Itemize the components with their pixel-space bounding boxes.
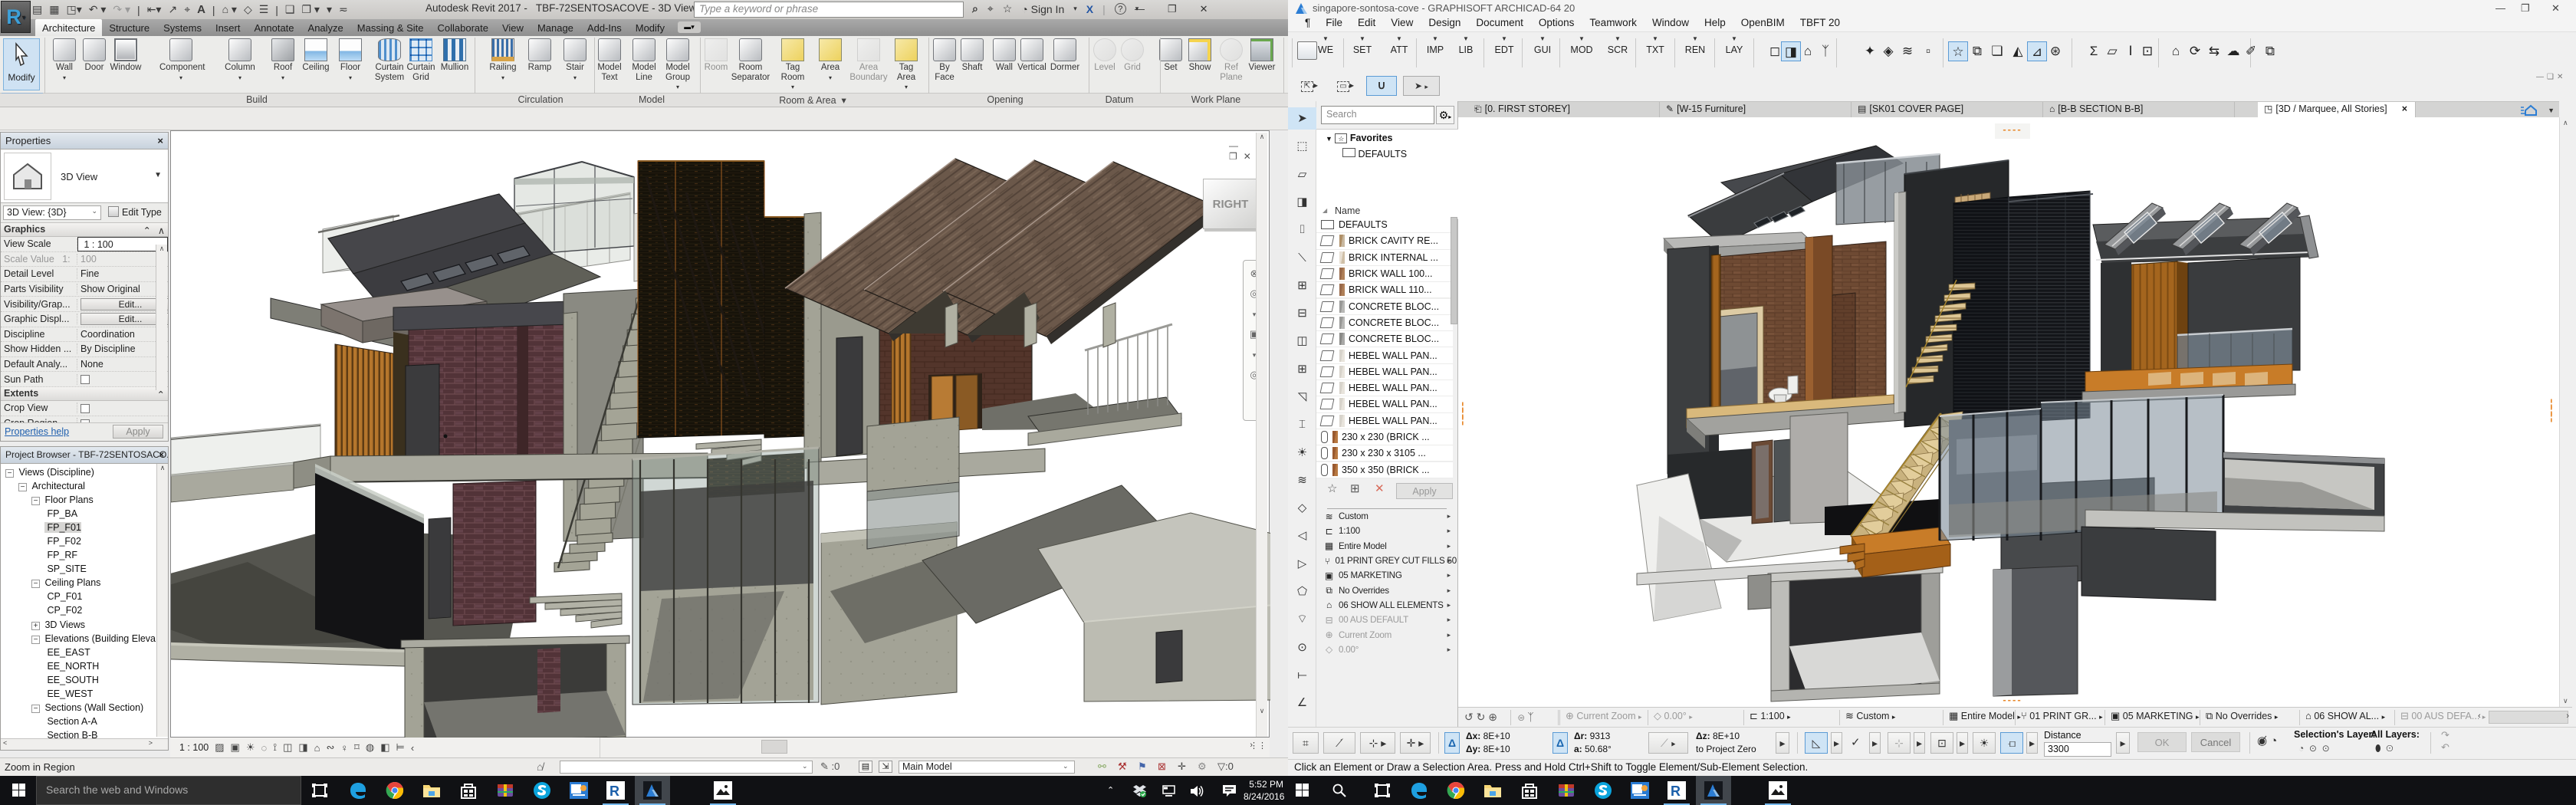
svg-text:R: R bbox=[1671, 784, 1681, 799]
svg-text:R: R bbox=[610, 784, 619, 799]
